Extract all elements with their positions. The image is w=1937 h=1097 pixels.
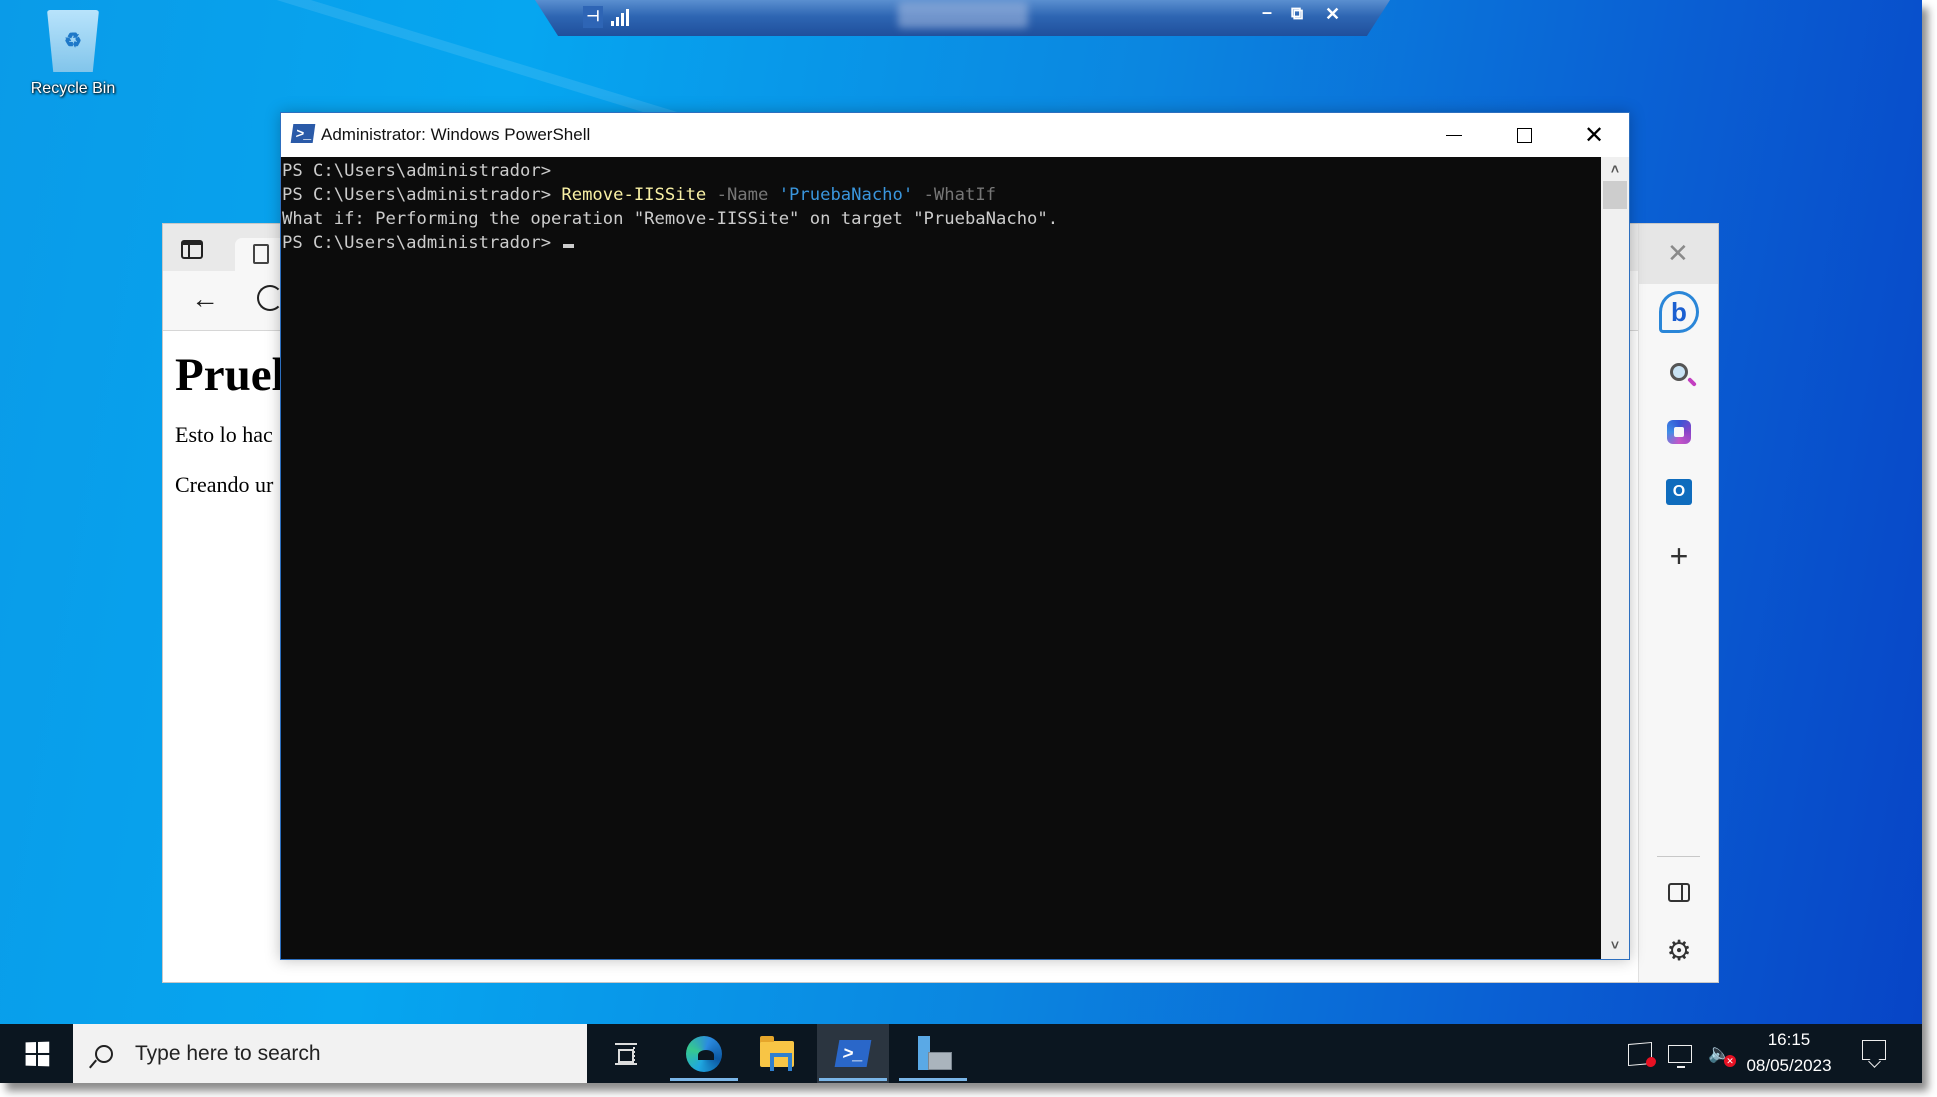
plus-icon: +	[1669, 537, 1689, 574]
volume-muted-icon[interactable]: 🔈 ✕	[1708, 1043, 1736, 1067]
page-content: Pruel Esto lo hac Creando ur	[175, 348, 285, 522]
connection-title-redacted	[898, 2, 1028, 28]
maximize-icon	[1516, 127, 1532, 143]
bing-chat-icon: b	[1659, 291, 1699, 333]
hide-sidebar-button[interactable]	[1659, 872, 1699, 912]
search-placeholder: Type here to search	[135, 1041, 321, 1065]
window-title: Administrator: Windows PowerShell	[321, 125, 591, 144]
desktop-icon-recycle-bin[interactable]: ♻ Recycle Bin	[26, 10, 120, 98]
system-tray: 🔈 ✕	[1628, 1024, 1736, 1083]
browser-close-button[interactable]: ✕	[1667, 238, 1689, 269]
running-indicator	[819, 1078, 887, 1081]
page-heading: Pruel	[175, 349, 285, 401]
sidebar-item-office[interactable]	[1659, 412, 1699, 452]
taskbar-task-view[interactable]	[590, 1024, 662, 1083]
search-icon	[1670, 363, 1688, 381]
rdp-minimize-button[interactable]: –	[1262, 2, 1272, 23]
remote-desktop-connection-bar: ⊣ – ⧉ ✕	[535, 0, 1390, 36]
console-prompt: PS C:\Users\administrador>	[282, 233, 562, 253]
sidebar-header: ✕	[1639, 224, 1718, 284]
search-icon	[95, 1044, 113, 1063]
taskbar-windows-powershell[interactable]: >_	[817, 1024, 889, 1083]
windows-logo-icon	[25, 1041, 49, 1066]
desktop: ♻ Recycle Bin ⊣ – ⧉ ✕ ← Pruel Esto lo ha…	[0, 0, 1922, 1083]
gear-icon: ⚙	[1666, 934, 1692, 966]
taskbar-search-box[interactable]: Type here to search	[73, 1024, 587, 1083]
taskbar-server-manager[interactable]	[897, 1024, 969, 1083]
back-button[interactable]: ←	[191, 283, 219, 315]
clock-time: 16:15	[1767, 1030, 1811, 1049]
page-paragraph: Esto lo hac	[175, 422, 273, 447]
text-cursor	[563, 244, 575, 248]
connection-signal-icon[interactable]	[611, 8, 629, 26]
sidebar-divider	[1657, 856, 1700, 857]
console-prompt: PS C:\Users\administrador>	[282, 185, 562, 205]
console-parameter: -Name	[706, 185, 779, 205]
scroll-down-button[interactable]: ˅	[1601, 933, 1629, 957]
powershell-icon: >_	[834, 1040, 872, 1067]
sidebar-item-outlook[interactable]: O	[1659, 472, 1699, 512]
minimize-icon	[1446, 134, 1462, 136]
network-icon[interactable]	[1668, 1044, 1692, 1068]
console-line: What if: Performing the operation "Remov…	[282, 207, 1602, 231]
taskbar-file-explorer[interactable]	[741, 1024, 813, 1083]
powershell-icon: >_	[290, 124, 316, 143]
tab-actions-button[interactable]	[177, 236, 207, 262]
powershell-window: >_ Administrator: Windows PowerShell ✕ P…	[280, 112, 1630, 960]
maximize-button[interactable]	[1489, 113, 1559, 157]
recycle-bin-icon: ♻	[47, 10, 99, 72]
desktop-icon-label: Recycle Bin	[30, 80, 116, 97]
outlook-icon: O	[1666, 479, 1692, 505]
close-icon: ✕	[1583, 121, 1605, 149]
console-command: Remove-IISSite	[561, 185, 707, 205]
sidebar-item-bing-chat[interactable]: b	[1659, 291, 1699, 333]
window-title-bar[interactable]: >_ Administrator: Windows PowerShell ✕	[281, 113, 1629, 157]
scrollbar-thumb[interactable]	[1603, 181, 1627, 209]
sidebar-add-button[interactable]: +	[1659, 536, 1699, 576]
sync-error-icon[interactable]	[1628, 1041, 1656, 1067]
console-parameter: -WhatIf	[913, 185, 997, 205]
start-button[interactable]	[0, 1024, 73, 1083]
sidebar-item-search[interactable]	[1659, 352, 1699, 392]
close-button[interactable]: ✕	[1559, 113, 1629, 157]
rdp-restore-button[interactable]: ⧉	[1291, 4, 1303, 24]
action-center-icon[interactable]	[1862, 1040, 1886, 1060]
minimize-button[interactable]	[1419, 113, 1489, 157]
server-manager-icon	[916, 1035, 952, 1072]
page-paragraph: Creando ur	[175, 472, 274, 497]
page-icon	[253, 244, 269, 264]
task-view-icon	[615, 1042, 637, 1065]
console-output-text: What if: Performing the operation "Remov…	[282, 209, 1059, 229]
rdp-close-button[interactable]: ✕	[1325, 4, 1340, 25]
running-indicator	[670, 1078, 738, 1081]
clock[interactable]: 16:15 08/05/2023	[1734, 1024, 1844, 1083]
office-icon	[1667, 420, 1691, 444]
tab-actions-icon	[181, 240, 203, 259]
edge-sidebar: ✕ b O + ⚙	[1638, 224, 1718, 982]
running-indicator	[899, 1078, 967, 1081]
console-string: 'PruebaNacho'	[778, 185, 914, 205]
file-explorer-icon	[760, 1035, 794, 1071]
sidebar-toggle-icon	[1668, 882, 1690, 902]
edge-icon	[686, 1035, 722, 1072]
pin-icon[interactable]: ⊣	[583, 6, 603, 28]
sidebar-settings-button[interactable]: ⚙	[1659, 930, 1699, 970]
console-line: PS C:\Users\administrador>	[282, 159, 1602, 183]
console-prompt: PS C:\Users\administrador>	[282, 161, 562, 181]
console-line: PS C:\Users\administrador> Remove-IISSit…	[282, 183, 1602, 207]
console-line: PS C:\Users\administrador>	[282, 231, 1602, 255]
scroll-up-button[interactable]: ˄	[1601, 157, 1629, 181]
clock-date: 08/05/2023	[1746, 1056, 1832, 1075]
console-output[interactable]: PS C:\Users\administrador> PS C:\Users\a…	[281, 157, 1602, 959]
vertical-scrollbar[interactable]: ˄ ˅	[1601, 157, 1629, 959]
taskbar-microsoft-edge[interactable]	[668, 1024, 740, 1083]
taskbar: Type here to search >_ 🔈 ✕ 16:15 08/05/20…	[0, 1024, 1922, 1083]
